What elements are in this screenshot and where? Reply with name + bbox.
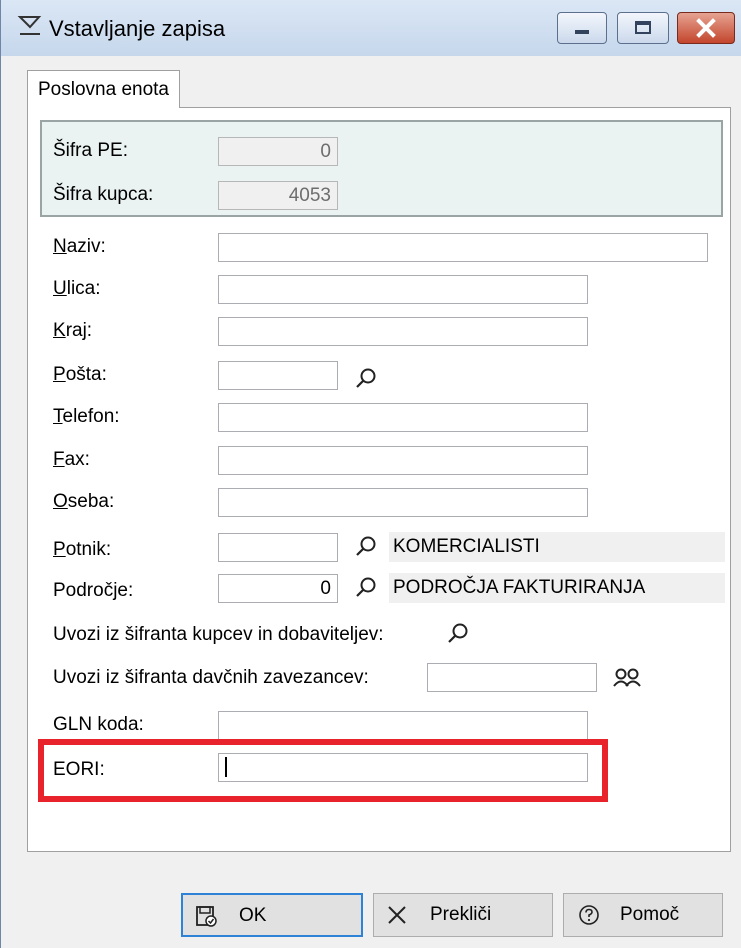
posta-field[interactable]: [218, 361, 338, 390]
telefon-label: Telefon:: [53, 406, 120, 427]
uvozi-kupcev-label: Uvozi iz šifranta kupcev in dobaviteljev…: [53, 624, 384, 645]
kraj-field[interactable]: [218, 317, 588, 346]
cancel-button[interactable]: Prekliči: [373, 893, 553, 937]
naziv-field[interactable]: [218, 233, 708, 262]
oseba-label: Oseba:: [53, 491, 115, 512]
sifra-pe-field: 0: [218, 137, 338, 166]
fax-field[interactable]: [218, 446, 588, 475]
posta-label: Pošta:: [53, 364, 107, 385]
window-title: Vstavljanje zapisa: [49, 16, 226, 41]
uvozi-davcnih-label: Uvozi iz šifranta davčnih zavezancev:: [53, 667, 369, 688]
search-icon[interactable]: [355, 535, 377, 557]
potnik-ref-text: KOMERCIALISTI: [389, 532, 725, 562]
cancel-label: Prekliči: [430, 904, 492, 925]
naziv-label: Naziv:: [53, 236, 106, 257]
kraj-label: Kraj:: [53, 320, 93, 341]
ulica-label: Ulica:: [53, 278, 101, 299]
maximize-button[interactable]: [617, 12, 669, 44]
podrocje-label: Področje:: [53, 580, 134, 601]
help-icon: [579, 905, 599, 925]
eori-label: EORI:: [53, 759, 105, 780]
podrocje-ref-text: PODROČJA FAKTURIRANJA: [389, 573, 725, 603]
title-sigma-icon: [17, 16, 42, 35]
close-button[interactable]: [677, 12, 735, 44]
fax-label: Fax:: [53, 449, 90, 470]
help-label: Pomoč: [620, 904, 680, 925]
sifra-kupca-label: Šifra kupca:: [53, 184, 154, 205]
people-search-icon[interactable]: [613, 667, 643, 689]
dialog-window: Vstavljanje zapisa Poslovna enota Šifra …: [0, 0, 741, 948]
potnik-field[interactable]: [218, 533, 338, 562]
ok-button[interactable]: OK: [181, 893, 363, 937]
sifra-pe-label: Šifra PE:: [53, 140, 128, 161]
oseba-field[interactable]: [218, 488, 588, 517]
search-icon[interactable]: [355, 576, 377, 598]
ok-label: OK: [239, 905, 267, 926]
search-icon[interactable]: [355, 367, 377, 389]
eori-field[interactable]: [218, 753, 588, 782]
x-icon: [388, 906, 406, 924]
save-icon: [196, 906, 217, 927]
podrocje-field[interactable]: 0: [218, 574, 338, 603]
close-icon: [696, 18, 716, 38]
search-icon[interactable]: [447, 622, 469, 644]
uvozi-davcnih-field[interactable]: [427, 663, 597, 692]
telefon-field[interactable]: [218, 403, 588, 432]
text-caret: [225, 757, 227, 777]
title-bar[interactable]: Vstavljanje zapisa: [1, 0, 741, 56]
minimize-button[interactable]: [557, 12, 607, 44]
tab-poslovna-enota[interactable]: Poslovna enota: [27, 70, 180, 108]
help-button[interactable]: Pomoč: [563, 893, 723, 937]
gln-field[interactable]: [218, 711, 588, 740]
ulica-field[interactable]: [218, 275, 588, 304]
gln-label: GLN koda:: [53, 714, 144, 735]
potnik-label: Potnik:: [53, 539, 112, 560]
maximize-icon: [635, 21, 651, 34]
sifra-kupca-field: 4053: [218, 181, 338, 210]
minimize-icon: [575, 30, 589, 34]
